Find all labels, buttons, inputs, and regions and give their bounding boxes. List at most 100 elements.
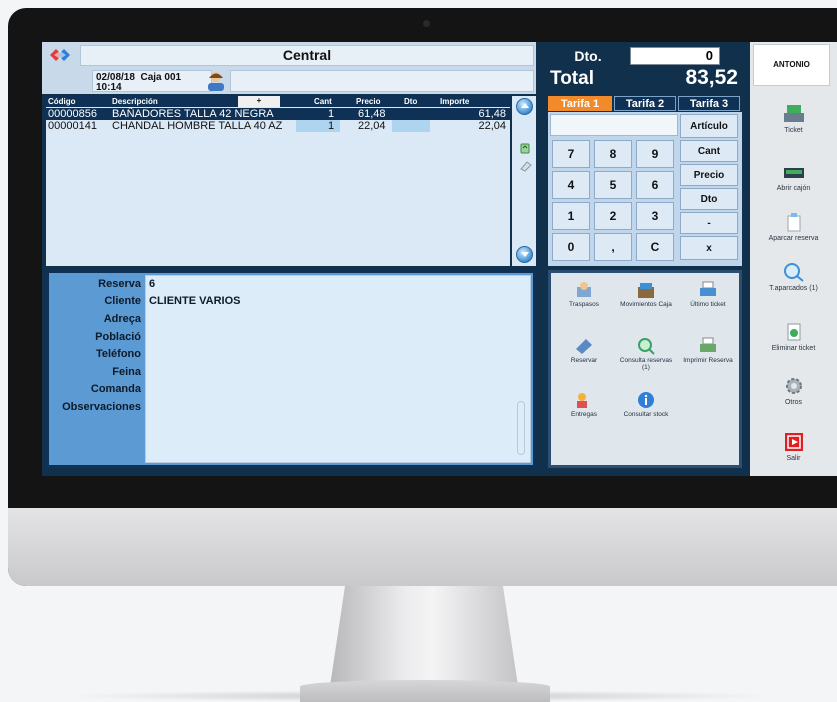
tab-tarifa-3[interactable]: Tarifa 3: [678, 96, 740, 111]
consulta-reservas-button[interactable]: Consulta reservas (1): [615, 335, 677, 391]
pos-screen: Central 02/08/18 Caja 001 10:14 Código D…: [42, 42, 837, 476]
sidebar-label: T.aparcados (1): [769, 285, 818, 292]
printer-icon: [700, 337, 716, 352]
sidebar-item-ticket[interactable]: Ticket: [750, 104, 837, 135]
traspasos-button[interactable]: Traspasos: [553, 279, 615, 335]
consultar-stock-button[interactable]: Consultar stock: [615, 389, 677, 445]
magnifier-icon: [783, 263, 804, 282]
sidebar-label: Ticket: [784, 127, 803, 134]
exit-icon: [784, 433, 803, 451]
add-column-button[interactable]: +: [238, 96, 280, 107]
key-comma[interactable]: ,: [594, 233, 632, 261]
label-poblacio: Població: [95, 331, 141, 343]
cell-cant: 1: [328, 120, 335, 132]
col-descripcion: Descripción: [112, 97, 158, 106]
cash-drawer-icon: [638, 283, 654, 298]
sidebar-item-salir[interactable]: Salir: [750, 432, 837, 463]
imprimir-reserva-button[interactable]: Imprimir Reserva: [677, 335, 739, 391]
key-8[interactable]: 8: [594, 140, 632, 168]
divider: [742, 42, 748, 476]
cliente-value[interactable]: CLIENTE VARIOS: [149, 295, 240, 307]
sidebar-item-otros[interactable]: Otros: [750, 376, 837, 407]
tab-tarifa-2[interactable]: Tarifa 2: [614, 96, 676, 111]
key-1[interactable]: 1: [552, 202, 590, 230]
entregas-button[interactable]: Entregas: [553, 389, 615, 445]
user-icon[interactable]: [204, 70, 228, 92]
key-6[interactable]: 6: [636, 171, 674, 199]
cell-importe: 61,48: [478, 108, 506, 120]
table-scroll-column: [512, 96, 536, 266]
users-icon: [577, 393, 587, 408]
key-clear[interactable]: C: [636, 233, 674, 261]
sidebar-item-eliminar-ticket[interactable]: Eliminar ticket: [750, 322, 837, 353]
keypad-display[interactable]: [550, 114, 678, 136]
sidebar-label: Aparcar reserva: [768, 235, 819, 242]
movimientos-caja-button[interactable]: Movimientos Caja: [615, 279, 677, 335]
total-value: 83,52: [685, 66, 738, 89]
scroll-down-icon[interactable]: [516, 246, 533, 263]
key-5[interactable]: 5: [594, 171, 632, 199]
key-3[interactable]: 3: [636, 202, 674, 230]
info-icon: [638, 392, 654, 408]
cell-cant: 1: [328, 108, 335, 120]
right-sidebar: ANTONIO Ticket Abrir cajón Aparcar reser…: [750, 42, 837, 476]
precio-button[interactable]: Precio: [680, 164, 738, 186]
col-cant: Cant: [314, 97, 332, 106]
reserve-icon: [576, 339, 592, 354]
consulta-reservas-label: Consulta reservas (1): [619, 357, 673, 371]
table-row[interactable]: 00000856 BAÑADORES TALLA 42 NEGRA 1 61,4…: [46, 108, 510, 120]
sidebar-item-t-aparcados[interactable]: T.aparcados (1): [750, 262, 837, 293]
scroll-up-icon[interactable]: [516, 98, 533, 115]
col-dto: Dto: [404, 97, 418, 106]
cell-desc: BAÑADORES TALLA 42 NEGRA: [112, 108, 274, 120]
time: 10:14: [96, 82, 122, 93]
cant-button[interactable]: Cant: [680, 140, 738, 162]
dto-button[interactable]: Dto: [680, 188, 738, 210]
header-info-field: [230, 70, 534, 92]
key-4[interactable]: 4: [552, 171, 590, 199]
sidebar-item-abrir-cajon[interactable]: Abrir cajón: [750, 162, 837, 193]
cash-drawer-icon: [783, 168, 804, 178]
dto-label: Dto.: [574, 48, 602, 64]
key-2[interactable]: 2: [594, 202, 632, 230]
actions-panel: Traspasos Movimientos Caja Último ticket…: [548, 270, 742, 468]
label-cliente: Cliente: [104, 295, 141, 307]
cell-importe: 22,04: [478, 120, 506, 132]
dto-value[interactable]: 0: [630, 47, 720, 65]
key-9[interactable]: 9: [636, 140, 674, 168]
ultimo-ticket-label: Último ticket: [690, 301, 726, 308]
ticket-lines-table: Código Descripción + Cant Precio Dto Imp…: [46, 96, 510, 266]
reserva-value[interactable]: 6: [149, 278, 155, 290]
cell-desc: CHANDAL HOMBRE TALLA 40 AZ: [112, 120, 283, 132]
articulo-button[interactable]: Artículo: [680, 114, 738, 138]
col-precio: Precio: [356, 97, 381, 106]
minus-button[interactable]: -: [680, 212, 738, 234]
current-user[interactable]: ANTONIO: [753, 44, 830, 86]
col-importe: Importe: [440, 97, 470, 106]
caja: Caja 001: [140, 72, 182, 83]
sidebar-label: Eliminar ticket: [771, 345, 816, 352]
label-reserva: Reserva: [98, 278, 141, 290]
eraser-icon[interactable]: [519, 160, 533, 172]
table-row[interactable]: 00000141 CHANDAL HOMBRE TALLA 40 AZ 1 22…: [46, 120, 510, 132]
numeric-keypad: 7 8 9 4 5 6 1 2 3 0 , C Artículo Cant Pr…: [548, 112, 742, 266]
reservar-button[interactable]: Reservar: [553, 335, 615, 391]
delete-ticket-icon: [787, 323, 800, 341]
observaciones-scrollbar[interactable]: [517, 401, 525, 455]
reservation-form: Reserva 6 Cliente CLIENTE VARIOS Adreça …: [46, 270, 536, 468]
sidebar-item-aparcar-reserva[interactable]: Aparcar reserva: [750, 212, 837, 243]
sidebar-label: Otros: [784, 399, 803, 406]
total-label: Total: [550, 68, 594, 89]
ultimo-ticket-button[interactable]: Último ticket: [677, 279, 739, 335]
multiply-button[interactable]: x: [680, 236, 738, 260]
monitor-chin: [8, 508, 837, 586]
key-7[interactable]: 7: [552, 140, 590, 168]
cell-precio: 61,48: [358, 108, 386, 120]
transfer-icon: [577, 282, 591, 297]
tab-tarifa-1[interactable]: Tarifa 1: [548, 96, 612, 111]
monitor-stand: [330, 586, 518, 686]
ticket-icon: [783, 105, 804, 122]
recycle-icon[interactable]: [519, 142, 531, 154]
paper-bag-icon: [787, 213, 800, 232]
key-0[interactable]: 0: [552, 233, 590, 261]
